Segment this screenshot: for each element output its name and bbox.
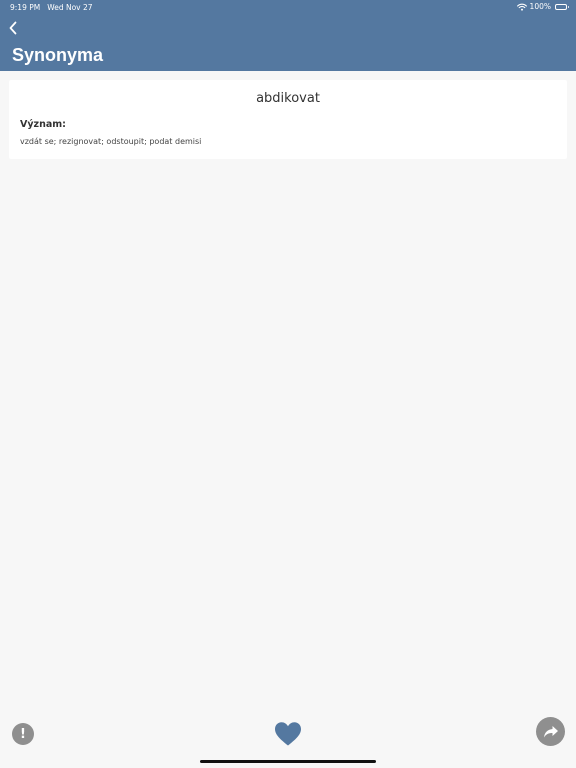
meaning-label: Význam:: [20, 119, 66, 130]
exclamation-icon: !: [20, 726, 26, 742]
status-date: Wed Nov 27: [47, 3, 93, 12]
status-right: 100%: [516, 2, 569, 11]
synonym-card: abdikovat Význam: vzdát se; rezignovat; …: [9, 80, 567, 159]
share-arrow-icon: [543, 725, 558, 737]
wifi-icon: [516, 3, 527, 11]
battery-percentage: 100%: [529, 2, 551, 11]
back-button[interactable]: [4, 18, 22, 38]
status-bar: 9:19 PM Wed Nov 27 100%: [0, 0, 576, 14]
home-indicator: [200, 760, 376, 763]
battery-icon: [555, 3, 569, 10]
status-time: 9:19 PM: [10, 3, 41, 12]
word-title: abdikovat: [256, 91, 320, 106]
report-button[interactable]: !: [12, 723, 34, 745]
chevron-left-icon: [9, 21, 17, 35]
status-left: 9:19 PM Wed Nov 27: [10, 3, 93, 12]
page-title: Synonyma: [12, 45, 104, 65]
share-button[interactable]: [536, 717, 565, 746]
app-header: 9:19 PM Wed Nov 27 100% Synonyma: [0, 0, 576, 71]
favorite-button[interactable]: [274, 721, 302, 747]
heart-icon: [275, 722, 301, 746]
meaning-text: vzdát se; rezignovat; odstoupit; podat d…: [20, 137, 202, 146]
